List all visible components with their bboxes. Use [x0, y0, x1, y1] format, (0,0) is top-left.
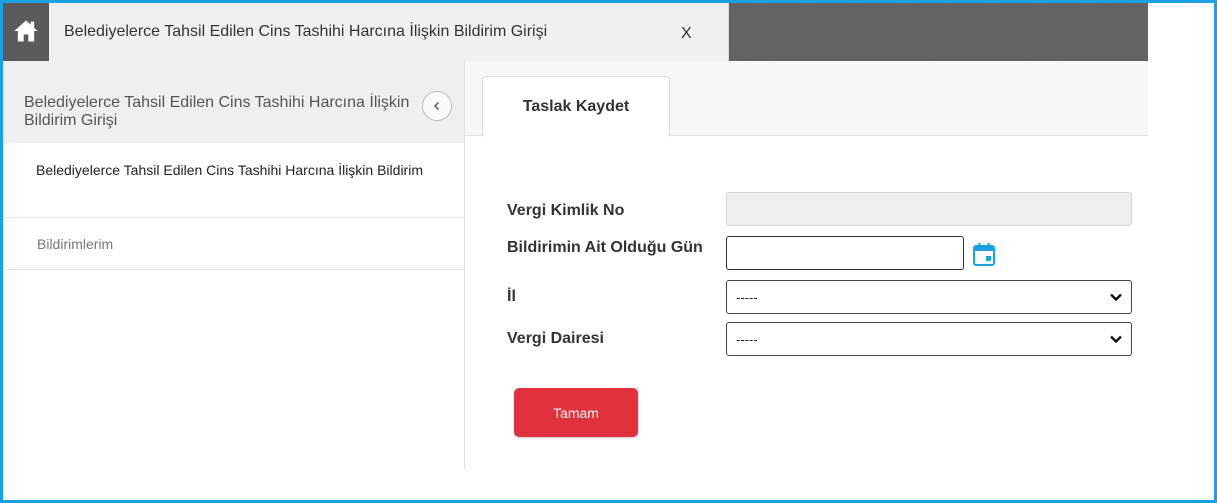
il-select[interactable]: -----	[726, 280, 1132, 314]
chevron-down-icon	[1110, 335, 1122, 344]
sidebar-item-label: Bildirimlerim	[37, 236, 114, 252]
sidebar-title: Belediyelerce Tahsil Edilen Cins Tashihi…	[24, 94, 410, 129]
sidebar-item-bildirimlerim[interactable]: Bildirimlerim	[3, 218, 464, 270]
sidebar-header: Belediyelerce Tahsil Edilen Cins Tashihi…	[3, 61, 464, 143]
collapse-icon	[433, 101, 440, 111]
close-tab-button[interactable]: X	[681, 25, 692, 43]
window-tab-title: Belediyelerce Tahsil Edilen Cins Tashihi…	[64, 23, 548, 40]
bottom-empty-area	[6, 470, 1148, 500]
calendar-icon[interactable]	[972, 241, 996, 267]
il-selected-value: -----	[736, 289, 758, 305]
sidebar-item-label: Belediyelerce Tahsil Edilen Cins Tashihi…	[36, 162, 423, 178]
home-button[interactable]	[3, 3, 49, 61]
vkn-field[interactable]	[726, 192, 1132, 226]
date-label: Bildirimin Ait Olduğu Gün	[507, 239, 703, 256]
main-tab-bar: Taslak Kaydet	[465, 61, 1148, 137]
right-empty-area	[1148, 61, 1214, 500]
collapse-sidebar-button[interactable]	[422, 91, 452, 121]
app-frame: Belediyelerce Tahsil Edilen Cins Tashihi…	[0, 0, 1217, 503]
sidebar-item-bildirim[interactable]: Belediyelerce Tahsil Edilen Cins Tashihi…	[3, 143, 464, 218]
window-tab[interactable]: Belediyelerce Tahsil Edilen Cins Tashihi…	[49, 3, 729, 61]
topbar-background	[729, 3, 1148, 61]
chevron-down-icon	[1110, 293, 1122, 302]
home-icon	[14, 20, 38, 42]
top-bar: Belediyelerce Tahsil Edilen Cins Tashihi…	[3, 3, 1214, 61]
il-label: İl	[507, 288, 516, 305]
vkn-label: Vergi Kimlik No	[507, 202, 625, 219]
tamam-button[interactable]: Tamam	[514, 388, 638, 437]
vd-selected-value: -----	[736, 331, 758, 347]
sidebar: Belediyelerce Tahsil Edilen Cins Tashihi…	[3, 61, 465, 470]
sidebar-empty-area	[3, 270, 464, 470]
vd-label: Vergi Dairesi	[507, 330, 604, 347]
date-field[interactable]	[726, 236, 964, 270]
tab-taslak-kaydet[interactable]: Taslak Kaydet	[482, 76, 670, 137]
vergi-dairesi-select[interactable]: -----	[726, 322, 1132, 356]
